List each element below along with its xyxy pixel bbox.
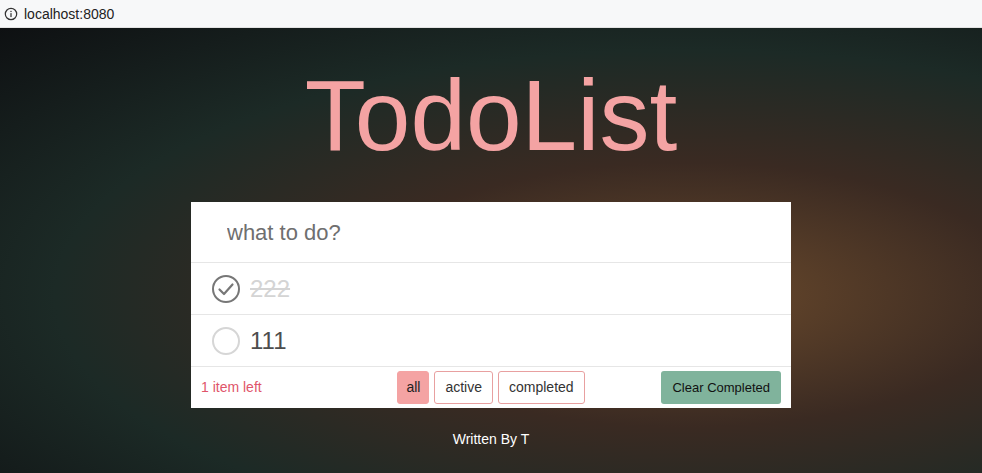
app-title: TodoList <box>305 65 677 165</box>
new-todo-row <box>191 202 791 262</box>
todo-item[interactable]: 111 <box>191 314 791 366</box>
empty-circle-icon[interactable] <box>211 326 241 356</box>
checked-circle-icon[interactable] <box>211 274 241 304</box>
filter-button[interactable]: completed <box>498 371 585 404</box>
todo-text[interactable]: 222 <box>250 271 290 307</box>
url-text[interactable]: localhost:8080 <box>24 7 114 21</box>
new-todo-input[interactable] <box>227 216 755 249</box>
filter-button[interactable]: active <box>434 371 493 404</box>
todo-text[interactable]: 111 <box>250 323 286 359</box>
todo-footer: 1 item left allactivecompleted Clear Compl… <box>191 366 791 408</box>
items-left: 1 item left <box>201 377 361 398</box>
todo-card: 222 111 1 item left allactivecompleted Clear… <box>191 202 791 408</box>
address-bar[interactable]: localhost:8080 <box>0 0 982 28</box>
clear-wrap: Clear Completed <box>621 371 781 405</box>
filter-group: allactivecompleted <box>397 371 584 404</box>
info-icon[interactable] <box>4 7 18 21</box>
todo-item[interactable]: 222 <box>191 262 791 314</box>
space-background: TodoList 222 111 1 item left allactivecomple… <box>0 28 982 473</box>
filter-button[interactable]: all <box>397 371 429 404</box>
clear-completed-button[interactable]: Clear Completed <box>661 371 781 405</box>
page: localhost:8080 TodoList 222 111 1 item left a… <box>0 0 982 473</box>
credit-text: Written By T <box>453 429 530 450</box>
